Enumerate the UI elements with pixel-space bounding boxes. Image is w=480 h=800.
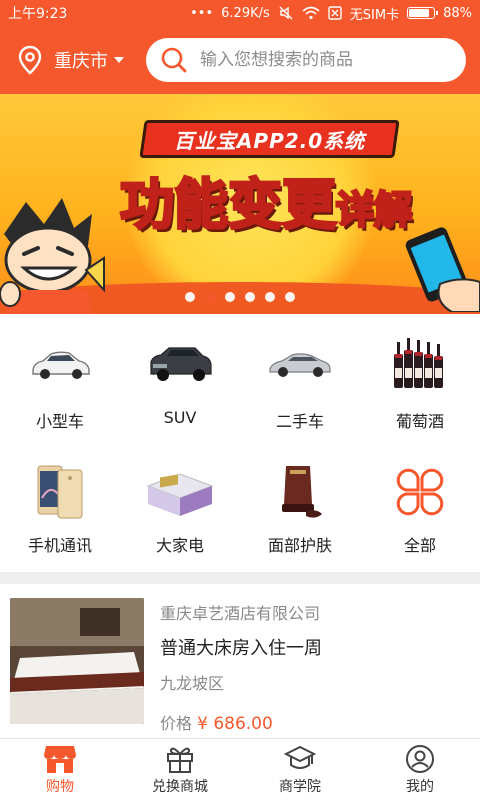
category-label: 全部 xyxy=(403,536,436,555)
more-dots-icon: ••• xyxy=(190,5,214,21)
city-name: 重庆市 xyxy=(54,51,108,72)
tab-business-school[interactable]: 商学院 xyxy=(240,739,360,800)
carousel-dot[interactable] xyxy=(265,292,275,302)
banner-title: 功能变更详解 xyxy=(86,160,446,239)
skincare-icon xyxy=(282,466,322,518)
price-label: 价格 xyxy=(160,714,193,733)
category-phone[interactable]: 手机通讯 xyxy=(0,444,120,572)
status-left: 上午9:23 xyxy=(8,3,67,23)
category-label: SUV xyxy=(163,408,197,427)
wine-icon xyxy=(394,338,443,388)
hotel-bed-image xyxy=(10,598,144,724)
banner-subtitle-plate: 百业宝APP2.0系统 xyxy=(139,120,400,158)
product-district: 九龙坡区 xyxy=(160,674,225,693)
network-speed: 6.29K/s xyxy=(221,5,270,21)
battery-percent: 88% xyxy=(443,5,472,21)
category-label: 面部护肤 xyxy=(267,536,332,555)
category-grid: 小型车 SUV 二手车 葡萄酒 手机通讯 大家电 面部护肤 全部 xyxy=(0,316,480,572)
product-card[interactable]: 重庆卓艺酒店有限公司 普通大床房入住一周 九龙坡区 价格 ¥ 686.00 xyxy=(0,584,480,736)
category-label: 二手车 xyxy=(275,412,324,431)
location-pin-icon xyxy=(18,45,42,75)
search-bar[interactable] xyxy=(146,38,466,82)
tab-exchange-mall[interactable]: 兑换商城 xyxy=(120,739,240,800)
section-divider xyxy=(0,572,480,584)
mute-icon xyxy=(279,6,293,20)
banner-title-main: 功能变更 xyxy=(118,172,337,238)
product-price: ¥ 686.00 xyxy=(197,714,273,734)
tab-label: 兑换商城 xyxy=(152,778,208,795)
status-time: 上午9:23 xyxy=(8,6,68,22)
banner-subtitle: 百业宝APP2.0系统 xyxy=(173,128,366,153)
carousel-dot[interactable] xyxy=(225,292,235,302)
category-wine[interactable]: 葡萄酒 xyxy=(360,316,480,444)
category-label: 手机通讯 xyxy=(27,536,92,555)
no-sim-icon xyxy=(328,6,342,20)
bottom-tab-bar: 购物 兑换商城 商学院 我的 xyxy=(0,738,480,800)
category-label: 大家电 xyxy=(155,536,204,555)
carousel-dot[interactable] xyxy=(245,292,255,302)
city-selector[interactable]: 重庆市 xyxy=(18,45,124,75)
sim-status: 无SIM卡 xyxy=(349,7,400,23)
battery-level xyxy=(409,9,430,17)
shop-name: 重庆卓艺酒店有限公司 xyxy=(160,604,321,623)
sedan-icon xyxy=(32,351,90,379)
price-row: 价格 ¥ 686.00 xyxy=(160,710,470,734)
category-label: 葡萄酒 xyxy=(395,412,444,431)
status-bar: 上午9:23 ••• 6.29K/s 无SIM卡 88% xyxy=(0,0,480,26)
carousel-dot[interactable] xyxy=(285,292,295,302)
product-info: 重庆卓艺酒店有限公司 普通大床房入住一周 九龙坡区 价格 ¥ 686.00 xyxy=(160,598,470,734)
tab-label: 我的 xyxy=(406,778,434,795)
clover-icon xyxy=(396,468,444,516)
carousel-dot[interactable] xyxy=(205,292,215,302)
gift-icon xyxy=(167,747,193,773)
category-suv[interactable]: SUV xyxy=(120,316,240,444)
tab-label: 购物 xyxy=(46,778,74,795)
category-skincare[interactable]: 面部护肤 xyxy=(240,444,360,572)
battery-icon xyxy=(407,7,439,19)
user-icon xyxy=(406,744,434,773)
used-car-icon xyxy=(269,353,331,377)
category-label: 小型车 xyxy=(35,412,84,431)
category-sedan[interactable]: 小型车 xyxy=(0,316,120,444)
status-right: ••• 6.29K/s 无SIM卡 88% xyxy=(190,4,472,23)
product-title: 普通大床房入住一周 xyxy=(160,638,322,659)
appliance-icon xyxy=(146,473,214,516)
graduation-cap-icon xyxy=(284,745,316,769)
category-all[interactable]: 全部 xyxy=(360,444,480,572)
search-input[interactable] xyxy=(200,50,452,70)
tab-mine[interactable]: 我的 xyxy=(360,739,480,800)
header: 重庆市 xyxy=(0,26,480,94)
carousel-dot[interactable] xyxy=(185,292,195,302)
phone-icon xyxy=(37,465,83,519)
wifi-icon xyxy=(302,6,320,20)
search-icon xyxy=(161,47,187,73)
product-image xyxy=(10,598,144,724)
carousel-indicators xyxy=(0,292,480,302)
category-used-car[interactable]: 二手车 xyxy=(240,316,360,444)
shop-icon xyxy=(44,745,76,773)
promo-banner[interactable]: 百业宝APP2.0系统 功能变更详解 xyxy=(0,94,480,314)
tab-shopping[interactable]: 购物 xyxy=(0,739,120,800)
category-appliance[interactable]: 大家电 xyxy=(120,444,240,572)
chevron-down-icon xyxy=(114,57,124,63)
tab-label: 商学院 xyxy=(279,778,321,795)
suv-icon xyxy=(150,347,212,381)
